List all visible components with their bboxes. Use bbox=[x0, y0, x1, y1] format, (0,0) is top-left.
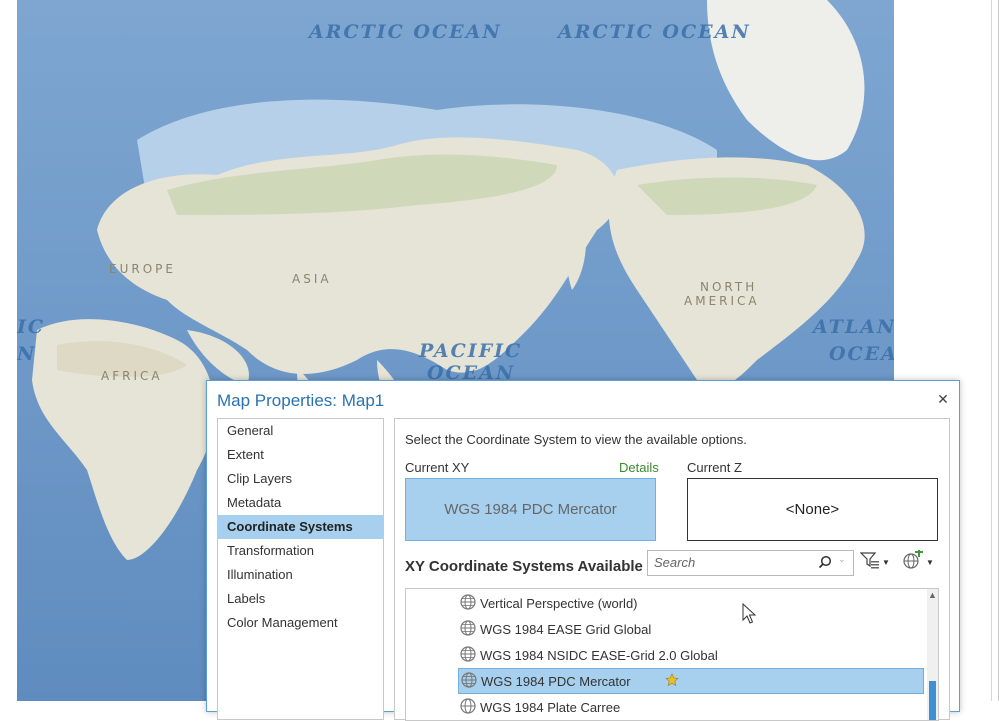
current-xy-value: WGS 1984 PDC Mercator bbox=[444, 501, 617, 518]
properties-nav: General Extent Clip Layers Metadata Coor… bbox=[217, 418, 384, 720]
available-heading: XY Coordinate Systems Available bbox=[405, 558, 643, 575]
nav-item-coordinate-systems[interactable]: Coordinate Systems bbox=[218, 515, 383, 539]
ocean-label-atlantic-2: OCEA bbox=[829, 343, 894, 365]
list-item-selected[interactable]: WGS 1984 PDC Mercator bbox=[458, 668, 924, 694]
close-icon: ✕ bbox=[937, 390, 949, 407]
favorite-star-icon[interactable] bbox=[664, 672, 679, 690]
nav-item-illumination[interactable]: Illumination bbox=[218, 563, 383, 587]
list-item-label: WGS 1984 EASE Grid Global bbox=[480, 621, 652, 637]
details-link[interactable]: Details bbox=[619, 460, 659, 475]
ocean-label-atlantic-1: ATLANT bbox=[813, 316, 894, 338]
search-icon[interactable] bbox=[818, 555, 832, 574]
add-coordinate-system-button[interactable]: ▼ bbox=[902, 548, 938, 575]
current-z-label: Current Z bbox=[687, 460, 742, 475]
dialog-title: Map Properties: Map1 bbox=[217, 391, 385, 410]
list-item-label: WGS 1984 Plate Carree bbox=[480, 699, 621, 715]
globe-add-icon bbox=[902, 548, 924, 575]
land-label-asia: ASIA bbox=[292, 272, 332, 286]
current-xy-box[interactable]: WGS 1984 PDC Mercator bbox=[405, 478, 656, 541]
filter-icon bbox=[859, 551, 880, 574]
nav-item-transformation[interactable]: Transformation bbox=[218, 539, 383, 563]
filter-button[interactable]: ▼ bbox=[859, 550, 896, 574]
land-label-africa: AFRICA bbox=[101, 369, 163, 383]
divider bbox=[991, 0, 992, 701]
nav-item-metadata[interactable]: Metadata bbox=[218, 491, 383, 515]
list-item-label: WGS 1984 PDC Mercator bbox=[481, 673, 631, 689]
chevron-down-icon[interactable]: ⌄ bbox=[838, 554, 846, 565]
search-box: ⌄ bbox=[647, 550, 854, 576]
land-label-europe: EUROPE bbox=[109, 262, 176, 276]
ocean-label-arctic-1: ARCTIC OCEAN bbox=[309, 21, 502, 43]
ocean-label-edge-2: N bbox=[17, 343, 37, 365]
map-properties-dialog: Map Properties: Map1 ✕ General Extent Cl… bbox=[206, 380, 960, 721]
current-xy-label: Current XY bbox=[405, 460, 470, 475]
nav-item-clip-layers[interactable]: Clip Layers bbox=[218, 467, 383, 491]
list-item[interactable]: WGS 1984 Plate Carree bbox=[458, 695, 620, 719]
globe-icon bbox=[460, 697, 476, 717]
globe-icon bbox=[460, 593, 476, 613]
nav-item-labels[interactable]: Labels bbox=[218, 587, 383, 611]
search-input[interactable] bbox=[648, 551, 820, 573]
land-label-north: NORTH bbox=[700, 280, 758, 294]
globe-icon bbox=[460, 645, 476, 665]
close-button[interactable]: ✕ bbox=[933, 389, 953, 409]
instruction-text: Select the Coordinate System to view the… bbox=[405, 432, 747, 447]
ocean-label-arctic-2: ARCTIC OCEAN bbox=[558, 21, 751, 43]
coordinate-system-list[interactable]: Vertical Perspective (world) WGS 1984 EA… bbox=[405, 588, 939, 721]
nav-item-general[interactable]: General bbox=[218, 419, 383, 443]
land-label-america: AMERICA bbox=[684, 294, 760, 308]
globe-icon bbox=[460, 619, 476, 639]
nav-item-extent[interactable]: Extent bbox=[218, 443, 383, 467]
list-scrollbar[interactable]: ▲ bbox=[927, 589, 938, 720]
list-item[interactable]: WGS 1984 EASE Grid Global bbox=[458, 617, 651, 641]
ocean-label-edge-1: IC bbox=[17, 316, 46, 338]
list-item[interactable]: WGS 1984 NSIDC EASE-Grid 2.0 Global bbox=[458, 643, 718, 667]
coordinate-systems-panel: Select the Coordinate System to view the… bbox=[394, 418, 950, 721]
list-item-label: WGS 1984 NSIDC EASE-Grid 2.0 Global bbox=[480, 647, 718, 663]
list-item-label: Vertical Perspective (world) bbox=[480, 595, 638, 611]
scroll-up-icon[interactable]: ▲ bbox=[928, 590, 937, 600]
globe-icon bbox=[461, 671, 477, 691]
nav-item-color-management[interactable]: Color Management bbox=[218, 611, 383, 635]
chevron-down-icon: ▼ bbox=[882, 557, 890, 567]
chevron-down-icon: ▼ bbox=[926, 557, 934, 567]
current-z-box[interactable]: <None> bbox=[687, 478, 938, 541]
ocean-label-pacific-1: PACIFIC bbox=[419, 340, 523, 362]
current-z-value: <None> bbox=[785, 501, 840, 518]
list-item[interactable]: Vertical Perspective (world) bbox=[458, 591, 638, 615]
cursor-icon bbox=[742, 602, 757, 630]
